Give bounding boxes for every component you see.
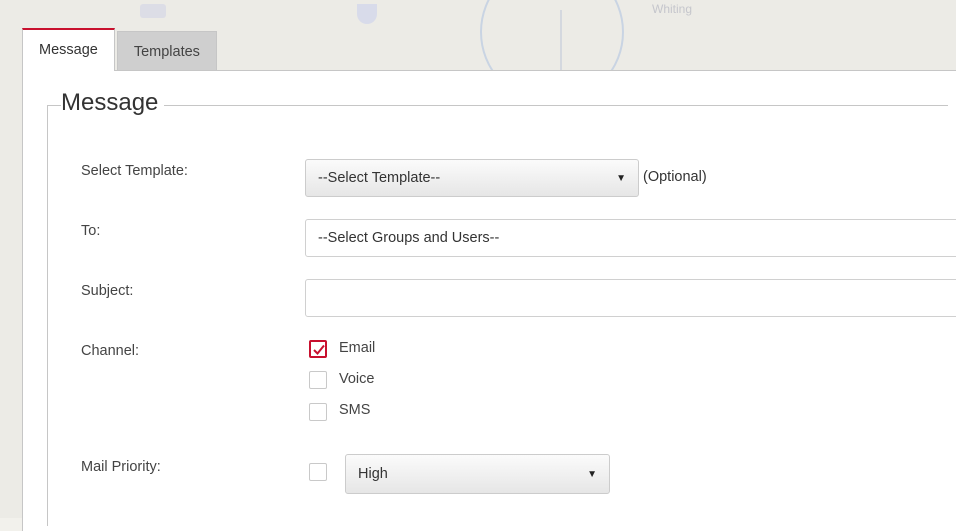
voice-checkbox[interactable] (309, 371, 327, 389)
section-title: Message (61, 89, 165, 117)
email-label: Email (339, 340, 376, 356)
interstate-shield-icon (357, 4, 377, 24)
checkmark-icon (313, 344, 325, 355)
chevron-down-icon: ▼ (616, 172, 626, 184)
tab-message[interactable]: Message (22, 28, 115, 71)
mail-priority-label: Mail Priority: (81, 459, 161, 475)
message-panel: Message Select Template: --Select Templa… (22, 70, 956, 531)
to-recipients-input[interactable]: --Select Groups and Users-- (305, 219, 956, 257)
email-checkbox[interactable] (309, 340, 327, 358)
tab-bar: Message Templates (22, 28, 217, 71)
highway-shield-icon (140, 4, 166, 18)
sms-label: SMS (339, 402, 371, 418)
map-city-label: Whiting (652, 2, 693, 16)
template-select[interactable]: --Select Template-- ▼ (305, 159, 639, 197)
mail-priority-select[interactable]: High ▼ (345, 454, 610, 494)
subject-input[interactable] (305, 279, 956, 317)
template-select-value: --Select Template-- (318, 170, 441, 186)
to-placeholder: --Select Groups and Users-- (318, 230, 500, 246)
to-label: To: (81, 223, 101, 239)
chevron-down-icon: ▼ (587, 468, 597, 480)
voice-label: Voice (339, 371, 375, 387)
channel-label: Channel: (81, 343, 140, 359)
sms-checkbox[interactable] (309, 403, 327, 421)
optional-hint: (Optional) (643, 169, 707, 185)
mail-priority-checkbox[interactable] (309, 463, 327, 481)
mail-priority-value: High (358, 466, 388, 482)
map-road (560, 10, 562, 70)
template-label: Select Template: (81, 163, 188, 179)
subject-label: Subject: (81, 283, 134, 299)
tab-templates[interactable]: Templates (116, 31, 217, 71)
